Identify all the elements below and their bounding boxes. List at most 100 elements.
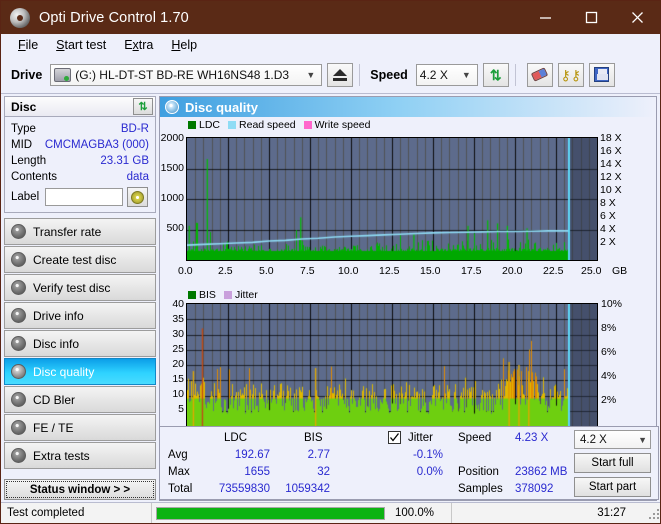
disc-icon	[11, 420, 26, 435]
status-window-button[interactable]: Status window > >	[4, 479, 156, 500]
ldc-chart-plot	[186, 137, 598, 261]
ldc-ytick-right-8x: 8 X	[600, 197, 616, 209]
disc-icon	[11, 392, 26, 407]
legend-swatch-ldc	[188, 121, 196, 129]
eraser-icon	[531, 67, 549, 82]
window-controls	[522, 1, 660, 34]
drive-select[interactable]: (G:) HL-DT-ST BD-RE WH16NS48 1.D3 ▼	[50, 63, 323, 86]
start-full-button[interactable]: Start full	[574, 453, 651, 473]
bis-ytick-40: 40	[172, 298, 184, 310]
sidebar-item-drive-info[interactable]: Drive info	[4, 302, 156, 329]
drive-label: Drive	[11, 67, 43, 82]
disc-icon	[11, 252, 26, 267]
ldc-xtick-5: 5.0	[259, 265, 274, 277]
legend-entry-bis: BIS	[188, 289, 216, 301]
refresh-arrows-icon: ⇅	[138, 101, 148, 113]
bis-ytick-20: 20	[172, 358, 184, 370]
disc-contents-value: data	[126, 171, 149, 183]
nav-list: Transfer rate Create test disc Verify te…	[4, 218, 156, 470]
refresh-button[interactable]: ⇅	[482, 62, 509, 87]
disc-label-input[interactable]	[45, 188, 124, 206]
sidebar-item-transfer-rate[interactable]: Transfer rate	[4, 218, 156, 245]
stats-max-ldc: 1655	[244, 466, 270, 478]
ldc-chart-legend: LDC Read speed Write speed	[188, 119, 376, 131]
drive-select-value: (G:) HL-DT-ST BD-RE WH16NS48 1.D3	[75, 67, 290, 82]
legend-label-jitter: Jitter	[234, 289, 258, 301]
title-bar: Opti Drive Control 1.70	[1, 1, 660, 34]
ldc-xtick-17_5: 17.5	[461, 265, 482, 277]
eject-icon	[333, 68, 348, 81]
drive-icon	[54, 67, 72, 82]
ldc-xtick-25: 25.0	[581, 265, 602, 277]
disc-contents-label: Contents	[11, 171, 58, 183]
status-divider-1	[151, 502, 152, 523]
eject-button[interactable]	[327, 62, 354, 87]
disc-row-contents: Contents data	[11, 169, 149, 185]
sidebar-item-disc-info[interactable]: Disc info	[4, 330, 156, 357]
disc-mid-label: MID	[11, 139, 33, 151]
menu-extra[interactable]: Extra	[115, 36, 162, 54]
disc-icon	[11, 280, 26, 295]
keys-icon: ⚷⚷	[560, 66, 582, 83]
bis-ytick-5: 5	[178, 403, 184, 415]
close-icon[interactable]	[614, 1, 660, 34]
sidebar-item-fe-te[interactable]: FE / TE	[4, 414, 156, 441]
legend-swatch-read-speed	[228, 121, 237, 129]
bis-ytick-25: 25	[172, 343, 184, 355]
legend-label-ldc: LDC	[199, 119, 221, 131]
sidebar-item-cd-bler[interactable]: CD Bler	[4, 386, 156, 413]
disc-refresh-button[interactable]: ⇅	[133, 98, 153, 115]
bis-ytick-right-6pct: 6%	[601, 346, 617, 358]
ldc-ytick-500: 500	[166, 222, 184, 234]
sidebar-item-create-test-disc[interactable]: Create test disc	[4, 246, 156, 273]
disc-icon	[11, 364, 26, 379]
stats-col-bis: BIS	[304, 432, 323, 444]
stats-max-jitter: 0.0%	[416, 466, 443, 478]
elapsed-time: 31:27	[597, 507, 626, 519]
stats-row-max-label: Max	[168, 466, 190, 478]
resize-grip-icon[interactable]	[647, 507, 659, 519]
maximize-icon[interactable]	[568, 1, 614, 34]
bis-ytick-right-4pct: 4%	[601, 370, 617, 382]
menu-start-test[interactable]: Start test	[47, 36, 115, 54]
save-button[interactable]	[588, 62, 615, 87]
start-part-button[interactable]: Start part	[574, 477, 651, 497]
sidebar: Disc ⇅ Type BD-R MID CMCMAGBA3 (000) Len…	[1, 94, 159, 503]
progress-bar	[156, 506, 385, 520]
ldc-xtick-20: 20.0	[502, 265, 523, 277]
sidebar-item-disc-quality[interactable]: Disc quality	[4, 358, 156, 385]
ldc-ytick-1000: 1000	[160, 192, 184, 204]
disc-label-button[interactable]	[127, 187, 149, 207]
disc-row-length: Length 23.31 GB	[11, 153, 149, 169]
stats-max-bis: 32	[317, 466, 330, 478]
erase-button[interactable]	[526, 62, 553, 87]
bis-ytick-right-8pct: 8%	[601, 322, 617, 334]
sidebar-item-label: Create test disc	[33, 252, 117, 267]
test-speed-select[interactable]: 4.2 X ▼	[574, 430, 651, 449]
menu-help[interactable]: Help	[162, 36, 206, 54]
menu-file[interactable]: File	[9, 36, 47, 54]
legend-entry-jitter: Jitter	[223, 289, 258, 301]
legend-entry-ldc: LDC	[188, 119, 220, 131]
stats-panel: LDC BIS Jitter Avg Max Total 192.67 1655…	[159, 426, 659, 500]
disc-mid-value: CMCMAGBA3 (000)	[44, 139, 149, 151]
jitter-label: Jitter	[408, 432, 433, 444]
jitter-checkbox[interactable]	[388, 431, 401, 444]
minimize-icon[interactable]	[522, 1, 568, 34]
stats-samples-value: 378092	[515, 483, 554, 495]
bis-ytick-15: 15	[172, 373, 184, 385]
legend-entry-read-speed: Read speed	[228, 119, 296, 131]
sidebar-item-extra-tests[interactable]: Extra tests	[4, 442, 156, 469]
disc-icon	[11, 224, 26, 239]
sidebar-item-verify-test-disc[interactable]: Verify test disc	[4, 274, 156, 301]
disc-quality-icon	[165, 100, 179, 114]
keys-button[interactable]: ⚷⚷	[557, 62, 584, 87]
bis-chart-legend: BIS Jitter	[188, 289, 263, 301]
ldc-xtick-0: 0.0	[178, 265, 193, 277]
speed-select[interactable]: 4.2 X ▼	[415, 63, 478, 86]
sidebar-item-label: Drive info	[33, 308, 84, 323]
stats-row-avg-label: Avg	[168, 449, 188, 461]
chevron-down-icon: ▼	[306, 69, 316, 80]
ldc-ytick-right-2x: 2 X	[600, 236, 616, 248]
stats-total-bis: 1059342	[285, 483, 330, 495]
